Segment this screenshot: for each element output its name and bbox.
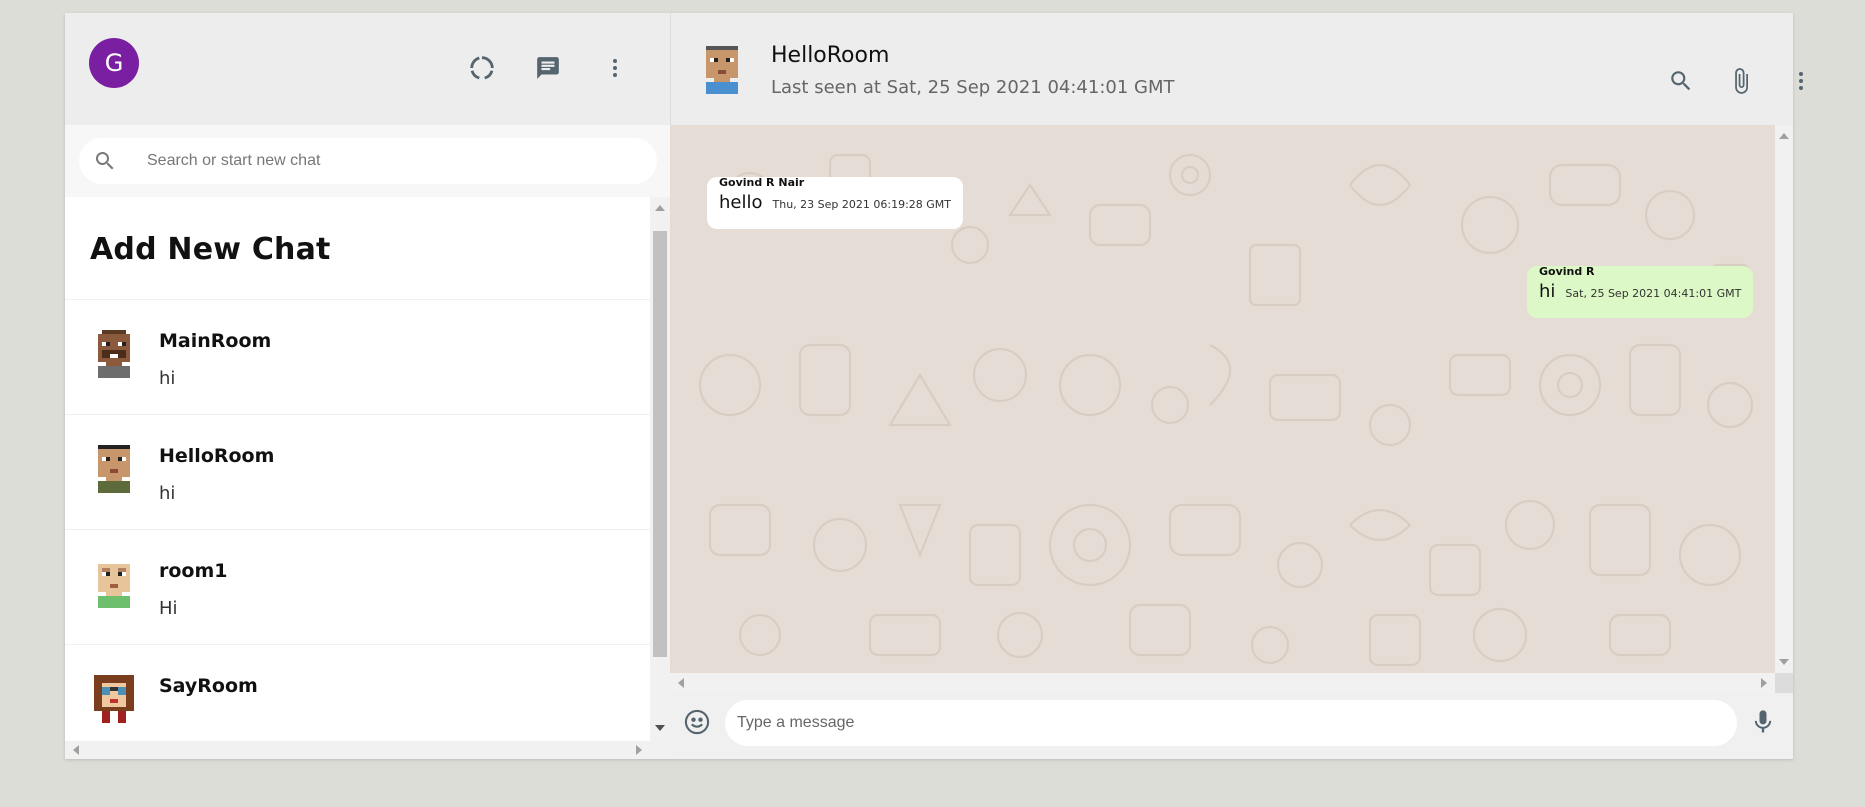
chat-item-mainroom[interactable]: MainRoom hi [65,300,650,415]
chat-list-scrollbar[interactable] [650,197,670,759]
chat-list-hscrollbar[interactable] [65,741,650,759]
last-seen-text: Last seen at Sat, 25 Sep 2021 04:41:01 G… [771,77,1175,98]
user-avatar[interactable]: G [89,38,139,88]
chat-item-last-message: Hi [159,598,178,619]
scroll-down-arrow-icon[interactable] [1779,659,1789,665]
scroll-up-arrow-icon[interactable] [655,205,665,211]
message-input[interactable] [725,700,1737,746]
chat-item-name: MainRoom [159,330,272,352]
app-window: G Search or start new chat Add New Chat … [65,13,1803,759]
status-icon[interactable] [464,50,500,86]
chat-item-name: SayRoom [159,675,258,697]
search-icon [93,149,117,178]
sidebar: G Search or start new chat Add New Chat … [65,13,670,759]
avatar-room1 [98,564,130,608]
scrollbar-corner [1775,673,1793,693]
message-sender: Govind R Nair [719,176,805,189]
scroll-right-arrow-icon[interactable] [636,745,642,755]
scroll-up-arrow-icon[interactable] [1779,133,1789,139]
scroll-left-arrow-icon[interactable] [73,745,79,755]
avatar-sayroom [94,675,134,723]
chat-item-helloroom[interactable]: HelloRoom hi [65,415,650,530]
scrollbar-thumb[interactable] [653,231,667,657]
message-composer [670,693,1793,759]
scroll-right-arrow-icon[interactable] [1761,678,1767,688]
chat-item-last-message: hi [159,483,176,504]
mic-icon[interactable] [1749,708,1777,741]
chat-item-last-message: hi [159,368,176,389]
search-input[interactable] [147,150,627,172]
search-box [79,138,657,184]
avatar-helloroom [98,445,130,493]
chat-icon[interactable] [530,50,566,86]
more-vert-icon[interactable] [597,50,633,86]
chat-item-name: HelloRoom [159,445,275,467]
chat-header: HelloRoom Last seen at Sat, 25 Sep 2021 … [670,13,1803,125]
message-area-scrollbar[interactable] [1775,125,1793,673]
scroll-down-arrow-icon[interactable] [655,725,665,731]
message-sent: Govind R hi Sat, 25 Sep 2021 04:41:01 GMT [1527,265,1754,318]
scroll-left-arrow-icon[interactable] [678,678,684,688]
add-new-chat-button[interactable]: Add New Chat [65,197,650,300]
message-area-hscrollbar[interactable] [670,673,1775,693]
message-received: Govind R Nair hello Thu, 23 Sep 2021 06:1… [707,176,964,229]
room-avatar[interactable] [702,46,742,94]
sidebar-header: G [65,13,670,125]
search-icon[interactable] [1663,63,1699,99]
avatar-mainroom [98,330,130,378]
search-bar [65,125,670,197]
attach-icon[interactable] [1723,63,1759,99]
emoji-icon[interactable] [683,708,711,741]
more-vert-icon[interactable] [1783,63,1819,99]
chat-item-room1[interactable]: room1 Hi [65,530,650,645]
message-area: Govind R Nair hello Thu, 23 Sep 2021 06:1… [670,125,1775,673]
chat-panel: HelloRoom Last seen at Sat, 25 Sep 2021 … [670,13,1803,759]
chat-item-name: room1 [159,560,228,582]
room-title: HelloRoom [771,43,890,68]
message-sender: Govind R [1539,265,1595,278]
chat-item-sayroom[interactable]: SayRoom [65,645,650,741]
chat-list: Add New Chat MainRoom hi HelloRoom hi ro… [65,197,650,741]
